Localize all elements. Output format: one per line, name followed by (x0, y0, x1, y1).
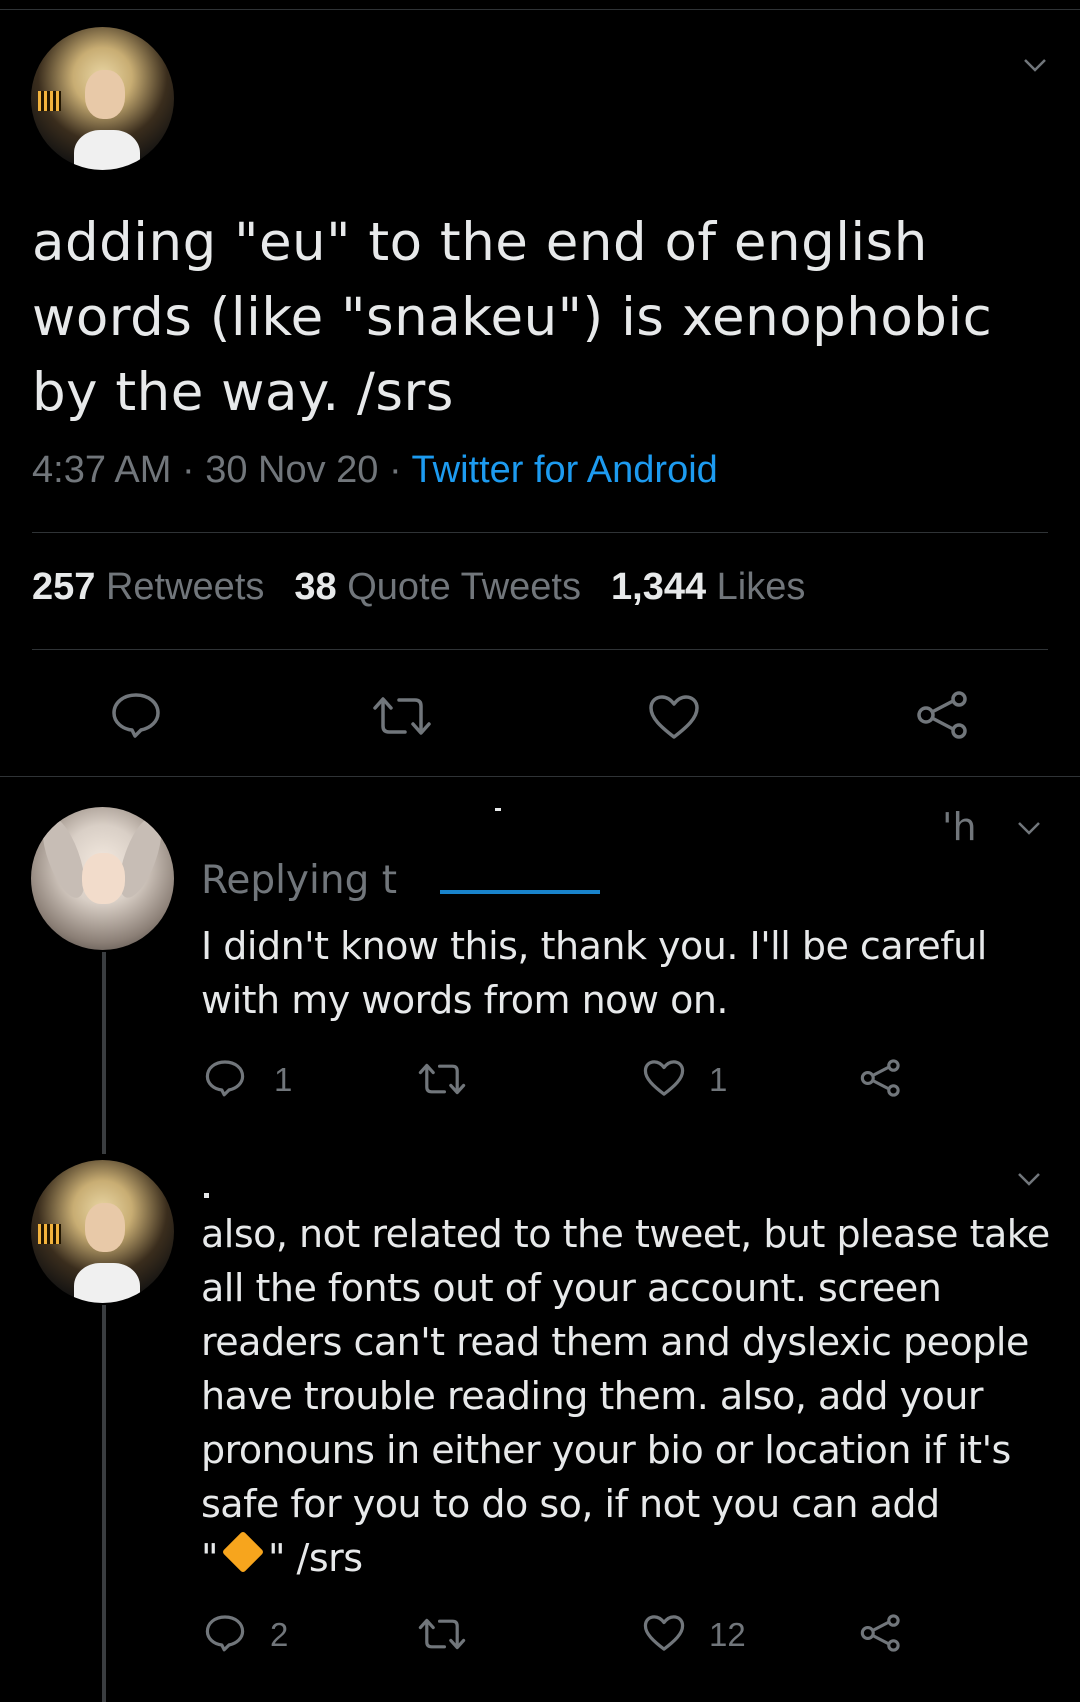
author-avatar[interactable] (31, 1160, 174, 1303)
reply-time: 'h (942, 805, 977, 849)
avatar-shirt (73, 129, 140, 170)
tweet-text: adding "eu" to the end of english words … (32, 212, 993, 423)
reply-text: also, not related to the tweet, but plea… (201, 1207, 1061, 1585)
chevron-down-icon[interactable] (1016, 1166, 1042, 1192)
tweet-source-link[interactable]: Twitter for Android (412, 449, 718, 491)
chevron-down-icon[interactable] (1016, 815, 1042, 841)
like-icon[interactable] (643, 1059, 685, 1097)
redacted-username (495, 808, 501, 811)
quotes-count: 38 (294, 566, 337, 608)
orange-diamond-icon (221, 1530, 265, 1574)
tweet-bottom-divider (0, 776, 1080, 777)
author-avatar[interactable] (31, 27, 174, 170)
redacted-username (204, 1193, 209, 1198)
reply-text: I didn't know this, thank you. I'll be c… (201, 924, 987, 1022)
replying-to[interactable]: Replying t (201, 858, 397, 903)
reply-icon[interactable] (205, 1614, 245, 1652)
top-divider (0, 9, 1080, 10)
reply-count: 1 (274, 1061, 293, 1098)
likes-label: Likes (716, 566, 806, 608)
avatar-background-lights (38, 91, 62, 112)
reply-avatar[interactable] (31, 807, 174, 950)
retweets-stat[interactable]: 257 Retweets (32, 566, 264, 608)
meta-separator: · (171, 449, 206, 491)
thread-line (102, 1305, 106, 1702)
retweet-icon[interactable] (418, 1061, 466, 1097)
meta-separator: · (378, 449, 412, 491)
avatar-face (85, 69, 126, 119)
avatar-background-lights (38, 1224, 62, 1245)
tweet-stats: 257 Retweets 38 Quote Tweets 1,344 Likes (32, 566, 805, 609)
like-icon[interactable] (643, 1614, 685, 1652)
like-count: 12 (709, 1616, 746, 1653)
reply-text-main: also, not related to the tweet, but plea… (201, 1212, 1050, 1580)
retweets-label: Retweets (105, 566, 265, 608)
likes-count: 1,344 (611, 566, 707, 608)
tweet-time: 4:37 AM (32, 449, 172, 491)
stats-top-divider (32, 532, 1048, 533)
reply-count: 2 (270, 1616, 289, 1653)
reply-icon[interactable] (205, 1059, 245, 1097)
tweet-date: 30 Nov 20 (205, 449, 379, 491)
redacted-mention (440, 890, 600, 894)
like-icon[interactable] (648, 694, 700, 740)
avatar-face (85, 1202, 126, 1252)
thread-line (102, 952, 106, 1154)
retweet-icon[interactable] (418, 1616, 466, 1652)
like-count: 1 (709, 1061, 728, 1098)
quotes-stat[interactable]: 38 Quote Tweets (294, 566, 581, 608)
quotes-label: Quote Tweets (347, 566, 581, 608)
retweets-count: 257 (32, 566, 96, 608)
share-icon[interactable] (916, 690, 970, 740)
likes-stat[interactable]: 1,344 Likes (611, 566, 805, 608)
retweet-icon[interactable] (372, 694, 432, 738)
share-icon[interactable] (860, 1058, 902, 1098)
stats-bottom-divider (32, 649, 1048, 650)
chevron-down-icon[interactable] (1022, 52, 1048, 78)
reply-text-end: " /srs (267, 1536, 363, 1580)
avatar-shirt (73, 1262, 140, 1303)
avatar-face (82, 852, 126, 905)
tweet-meta: 4:37 AM · 30 Nov 20 · Twitter for Androi… (32, 449, 718, 492)
share-icon[interactable] (860, 1613, 902, 1653)
reply-icon[interactable] (111, 692, 161, 738)
